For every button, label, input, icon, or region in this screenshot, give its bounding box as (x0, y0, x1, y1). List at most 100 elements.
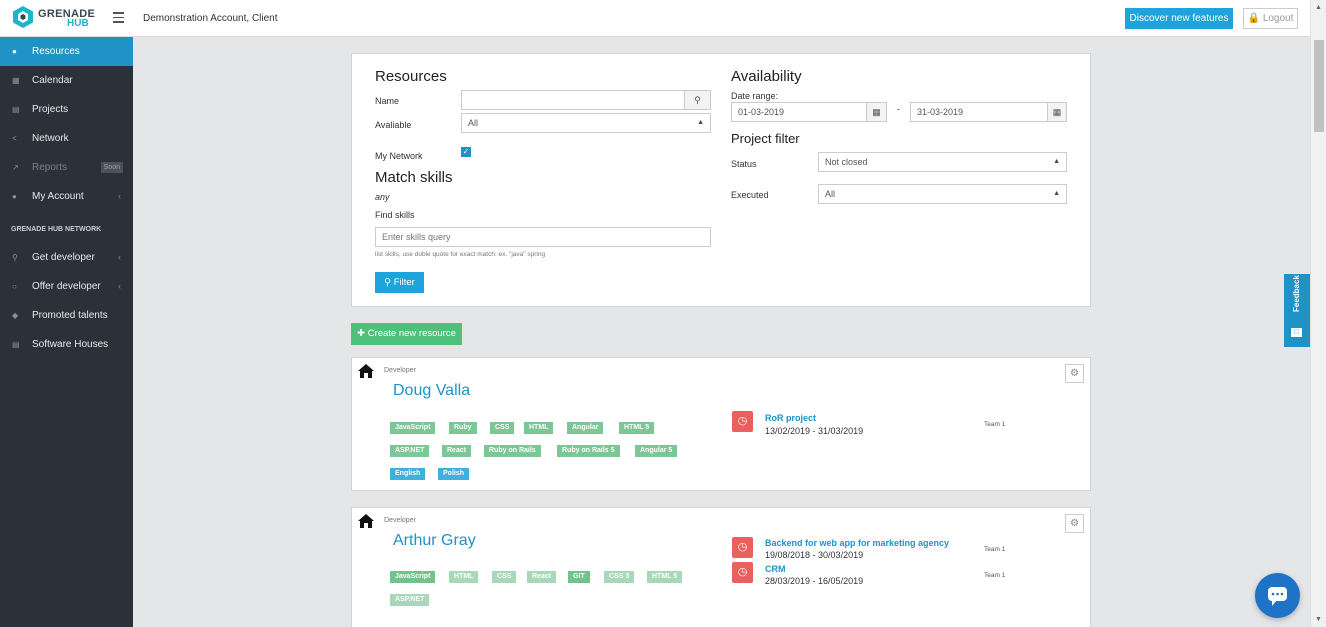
calendar-icon[interactable]: ▦ (866, 102, 887, 122)
home-icon (358, 364, 374, 378)
skill-tag: CSS (490, 422, 515, 434)
date-to-input[interactable] (910, 102, 1048, 122)
project-dates: 28/03/2019 - 16/05/2019 (765, 576, 864, 586)
chevron-left-icon: ‹ (118, 252, 121, 262)
resource-name[interactable]: Doug Valla (393, 382, 470, 400)
filter-button-label: Filter (393, 277, 415, 288)
tag-icon: ○ (12, 282, 17, 291)
date-separator: - (897, 104, 900, 114)
language-tag: English (390, 468, 426, 480)
project-name[interactable]: RoR project (765, 413, 816, 423)
calendar-icon: ▦ (12, 76, 20, 85)
status-select[interactable]: Not closed ▲ (818, 152, 1067, 172)
logout-button[interactable]: 🔒 Logout (1243, 8, 1298, 29)
chat-button[interactable] (1255, 573, 1300, 618)
skill-tag: HTML 5 (619, 422, 655, 434)
skills-query-input[interactable] (375, 227, 711, 247)
project-name[interactable]: Backend for web app for marketing agency (765, 538, 949, 548)
skill-tag: Ruby on Rails (484, 445, 541, 457)
resources-title: Resources (375, 68, 447, 85)
skill-tag: React (442, 445, 472, 457)
top-bar: GRENADE HUB Demonstration Account, Clien… (0, 0, 1310, 37)
chevron-left-icon: ‹ (118, 191, 121, 201)
sidebar-item-offer-developer[interactable]: ○ Offer developer ‹ (0, 272, 133, 301)
executed-select[interactable]: All ▲ (818, 184, 1067, 204)
sidebar-item-label: Resources (32, 46, 80, 57)
sidebar-item-network[interactable]: < Network (0, 124, 133, 153)
select-arrows-icon: ▲ (1053, 158, 1060, 165)
scroll-thumb[interactable] (1314, 40, 1324, 132)
skill-tag: HTML 5 (647, 571, 683, 583)
sidebar-item-my-account[interactable]: ● My Account ‹ (0, 182, 133, 211)
sidebar-item-get-developer[interactable]: ⚲ Get developer ‹ (0, 243, 133, 272)
calendar-icon[interactable]: ▦ (1047, 102, 1067, 122)
gear-icon[interactable]: ⚙ (1065, 514, 1084, 533)
create-resource-button[interactable]: ✚ Create new resource (351, 323, 462, 345)
sidebar-item-promoted-talents[interactable]: ◆ Promoted talents (0, 301, 133, 330)
chevron-left-icon: ‹ (118, 281, 121, 291)
search-icon[interactable]: ⚲ (684, 90, 711, 110)
skill-tag: JavaScript (390, 571, 436, 583)
available-select[interactable]: All ▲ (461, 113, 711, 133)
resource-card (351, 507, 1091, 627)
project-filter-title: Project filter (731, 131, 800, 146)
name-input[interactable] (461, 90, 685, 110)
chat-bubble-icon (1268, 587, 1287, 606)
sidebar-item-reports: ↗ Reports Soon (0, 153, 133, 182)
resource-role: Developer (384, 367, 416, 374)
plus-icon: ✚ (357, 328, 366, 339)
my-network-checkbox[interactable]: ✓ (461, 147, 471, 157)
my-network-label: My Network (375, 151, 423, 161)
clock-icon: ◷ (732, 562, 753, 583)
match-skills-title: Match skills (375, 169, 453, 186)
clock-icon: ◷ (732, 537, 753, 558)
match-mode[interactable]: any (375, 192, 390, 202)
skill-tag: JavaScript (390, 422, 436, 434)
sidebar-section-heading: GRENADE HUB NETWORK (11, 226, 102, 233)
find-skills-label: Find skills (375, 210, 415, 220)
select-arrows-icon: ▲ (697, 119, 704, 126)
sidebar-item-label: Offer developer (32, 281, 101, 292)
sidebar-item-label: Calendar (32, 75, 73, 86)
date-from-input[interactable] (731, 102, 867, 122)
sidebar-item-label: Software Houses (32, 339, 109, 350)
logo-text-line2: HUB (67, 18, 89, 29)
projects-icon: ▤ (12, 105, 20, 114)
executed-value: All (825, 189, 836, 199)
sidebar-item-label: Promoted talents (32, 310, 108, 321)
scroll-down-icon[interactable]: ▼ (1315, 616, 1322, 623)
sidebar-item-software-houses[interactable]: ▤ Software Houses (0, 330, 133, 359)
status-label: Status (731, 159, 757, 169)
project-dates: 19/08/2018 - 30/03/2019 (765, 550, 864, 560)
feedback-tab[interactable]: Feedback □ (1284, 274, 1310, 347)
logo-hex-icon (13, 6, 33, 28)
create-resource-label: Create new resource (367, 328, 456, 339)
sidebar-item-calendar[interactable]: ▦ Calendar (0, 66, 133, 95)
discover-features-button[interactable]: Discover new features (1125, 8, 1233, 29)
account-name: Demonstration Account, Client (143, 13, 278, 24)
filter-button[interactable]: ⚲ Filter (375, 272, 424, 293)
lock-icon: 🔒 (1247, 13, 1261, 24)
soon-badge: Soon (100, 162, 123, 173)
page-scrollbar[interactable]: ▲ ▼ (1310, 0, 1326, 627)
project-name[interactable]: CRM (765, 564, 786, 574)
share-icon: < (12, 134, 17, 143)
skill-tag: Ruby (449, 422, 477, 434)
sidebar-item-projects[interactable]: ▤ Projects (0, 95, 133, 124)
resource-name[interactable]: Arthur Gray (393, 532, 476, 550)
available-value: All (468, 118, 479, 128)
sidebar-item-resources[interactable]: ● Resources (0, 37, 133, 66)
scroll-up-icon[interactable]: ▲ (1315, 4, 1322, 11)
grenade-hub-logo[interactable]: GRENADE HUB (12, 5, 102, 31)
available-label: Avaliable (375, 120, 412, 130)
menu-toggle-icon[interactable] (113, 12, 124, 26)
skill-tag: Ruby on Rails 5 (557, 445, 620, 457)
date-range-label: Date range: (731, 91, 779, 101)
sidebar-item-label: Projects (32, 104, 69, 115)
building-icon: ▤ (12, 340, 20, 349)
message-icon: □ (1291, 328, 1302, 337)
skill-tag: React (527, 571, 557, 583)
sidebar-item-label: Get developer (32, 252, 95, 263)
sidebar-item-label: Reports (32, 162, 68, 173)
gear-icon[interactable]: ⚙ (1065, 364, 1084, 383)
